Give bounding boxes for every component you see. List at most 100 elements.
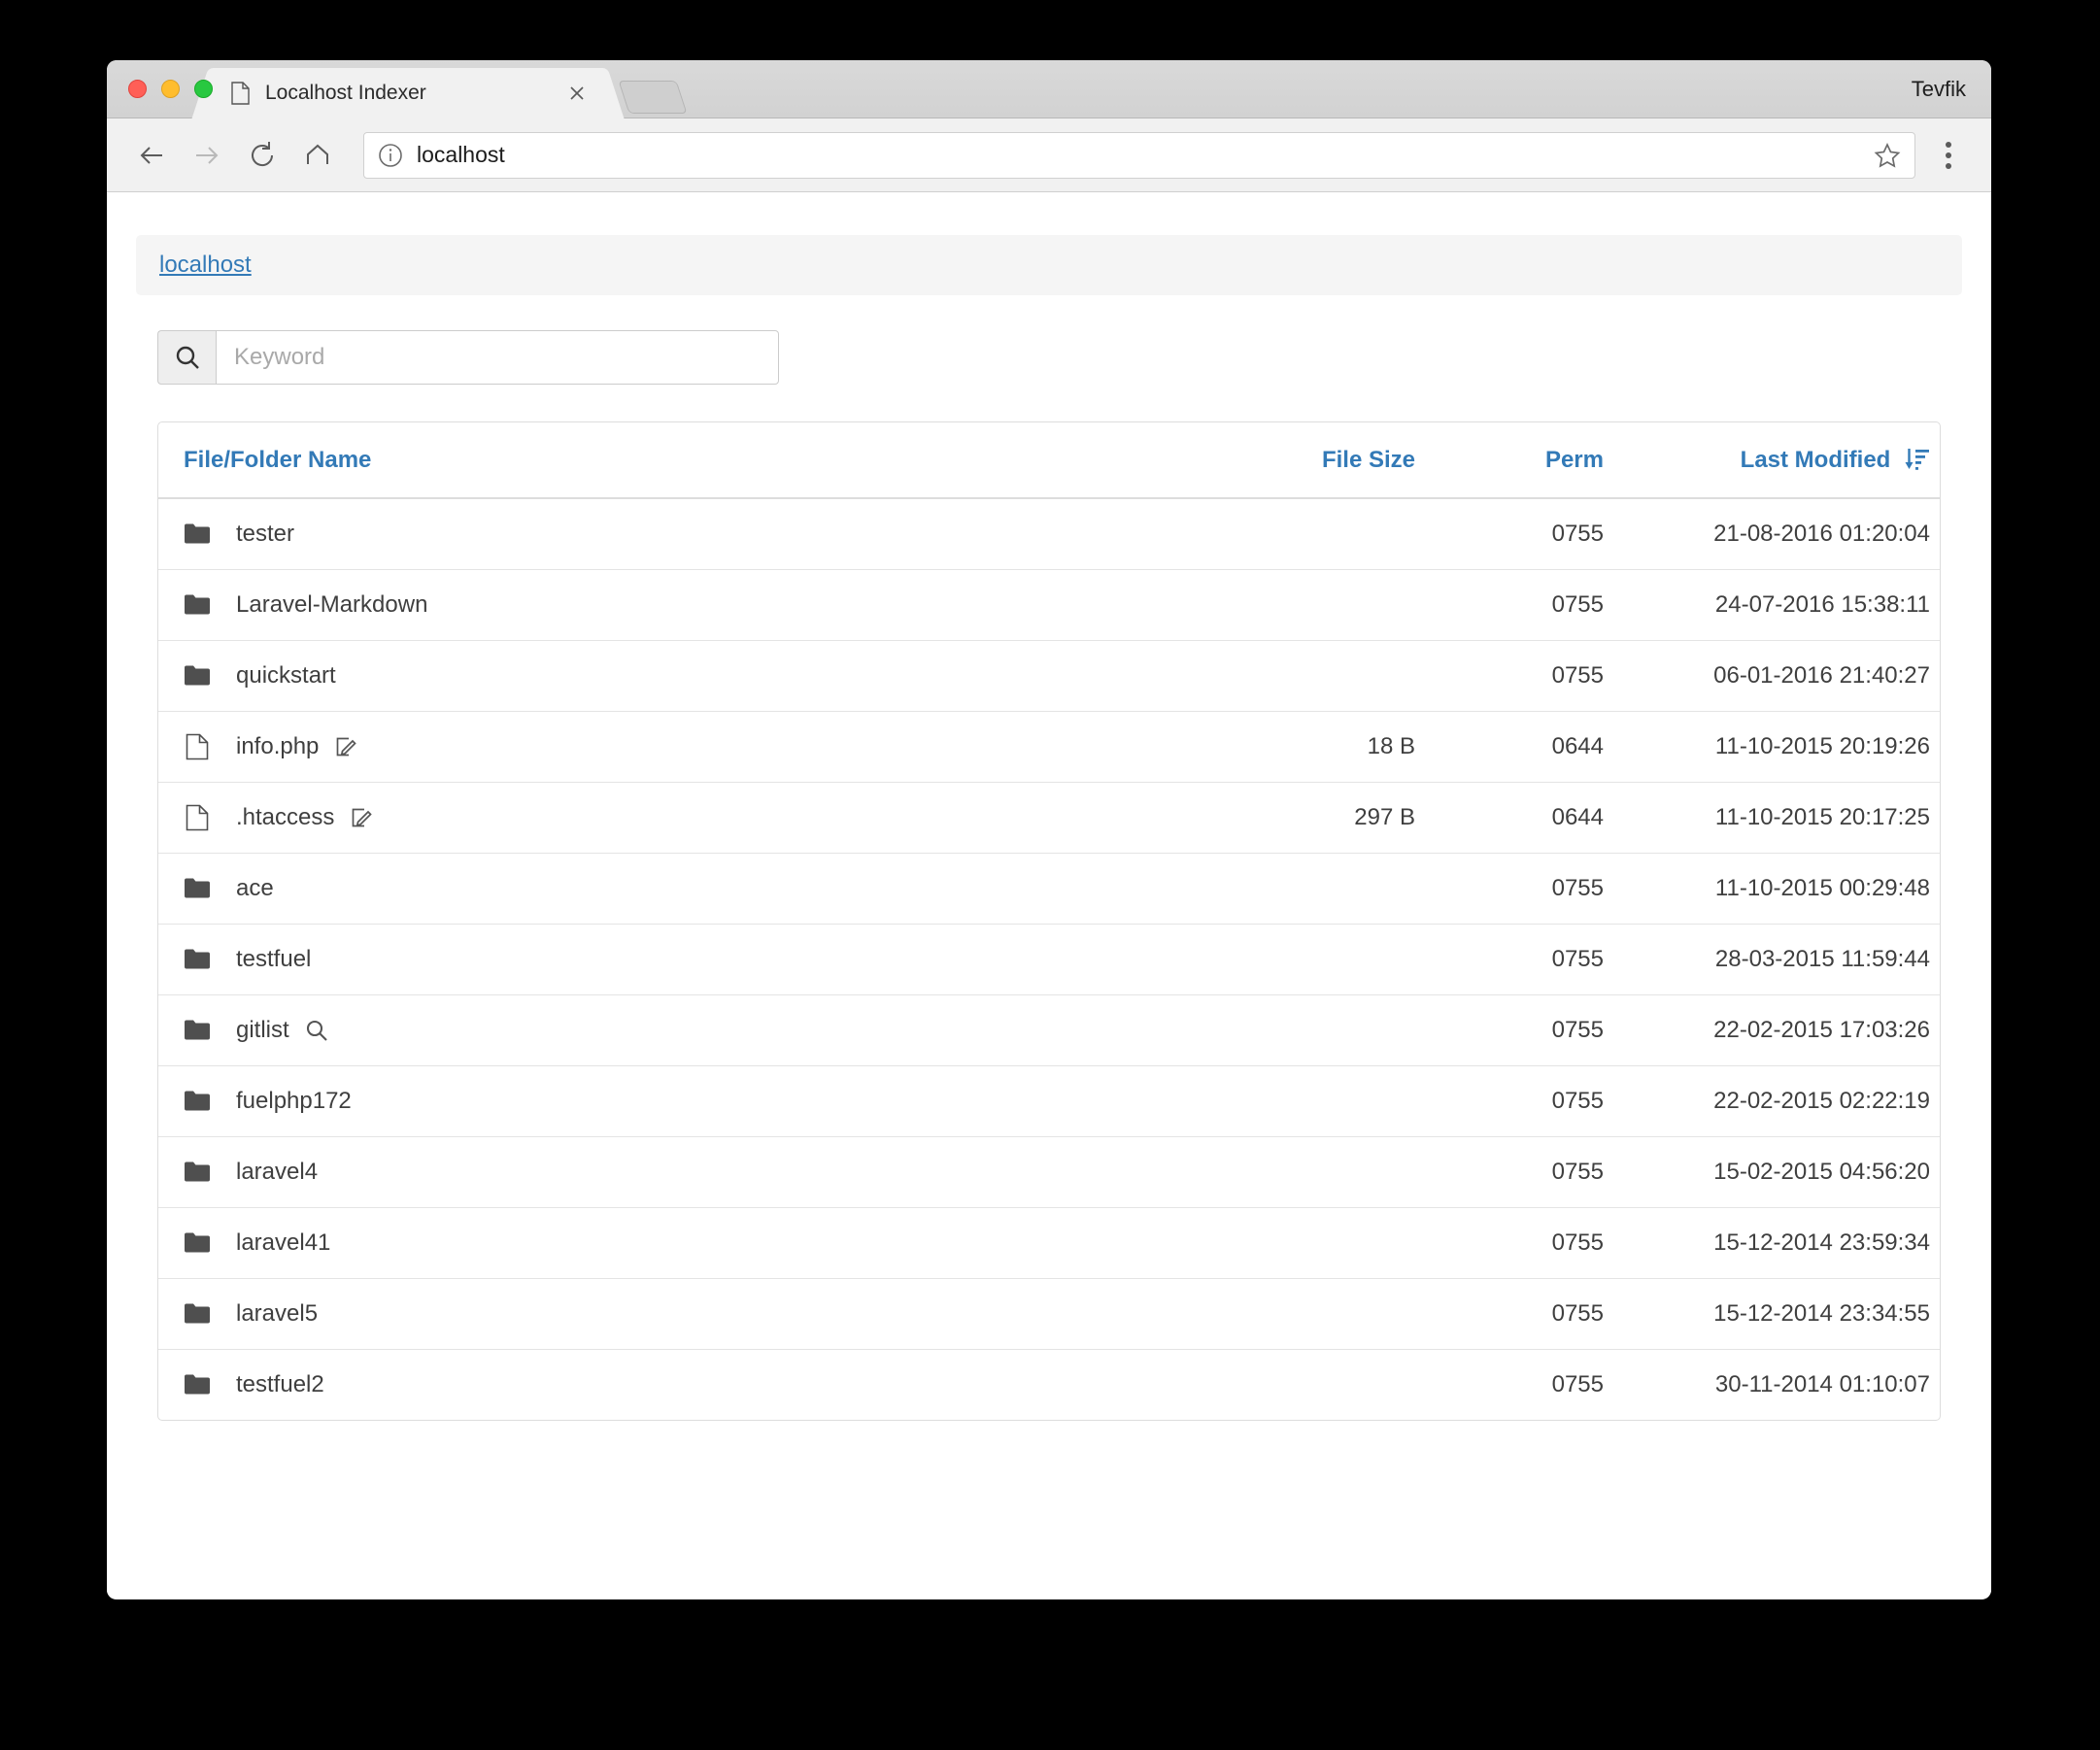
cell-perm: 0755 [1440, 994, 1625, 1066]
table-row[interactable]: quickstart 0755 06-01-2016 21:40:27 [158, 640, 1940, 712]
column-header-name[interactable]: File/Folder Name [158, 422, 1217, 499]
cell-perm: 0755 [1440, 1065, 1625, 1137]
breadcrumb-link-localhost[interactable]: localhost [159, 252, 252, 279]
sort-amount-desc-icon[interactable] [1905, 446, 1930, 471]
row-name-link[interactable]: testfuel2 [236, 1371, 324, 1398]
document-icon [231, 82, 250, 105]
row-name-link[interactable]: ace [236, 875, 274, 902]
table-row[interactable]: info.php 18 B 0644 11-10-2015 20:19:26 [158, 711, 1940, 783]
browser-tab-title: Localhost Indexer [265, 82, 426, 104]
forward-arrow-icon[interactable] [184, 132, 230, 179]
info-circle-icon[interactable] [378, 143, 403, 168]
cell-modified: 15-12-2014 23:59:34 [1625, 1207, 1940, 1279]
minimize-window-button[interactable] [161, 80, 180, 98]
back-arrow-icon[interactable] [128, 132, 175, 179]
cell-name: gitlist [158, 994, 1217, 1066]
column-header-perm[interactable]: Perm [1440, 422, 1625, 499]
table-row[interactable]: laravel5 0755 15-12-2014 23:34:55 [158, 1278, 1940, 1350]
cell-name: testfuel2 [158, 1349, 1217, 1420]
table-row[interactable]: testfuel2 0755 30-11-2014 01:10:07 [158, 1349, 1940, 1420]
star-icon[interactable] [1874, 142, 1901, 169]
cell-modified: 28-03-2015 11:59:44 [1625, 924, 1940, 995]
cell-perm: 0644 [1440, 711, 1625, 783]
column-header-perm-label: Perm [1544, 446, 1604, 473]
home-icon[interactable] [294, 132, 341, 179]
table-row[interactable]: testfuel 0755 28-03-2015 11:59:44 [158, 924, 1940, 995]
row-name-link[interactable]: Laravel-Markdown [236, 591, 427, 619]
cell-size [1217, 1207, 1440, 1279]
browser-tab[interactable]: Localhost Indexer [214, 68, 602, 118]
row-name-link[interactable]: gitlist [236, 1017, 289, 1044]
column-header-modified[interactable]: Last Modified [1625, 422, 1940, 499]
folder-icon [184, 662, 211, 690]
cell-size: 18 B [1217, 711, 1440, 783]
search-input[interactable] [216, 330, 779, 385]
table-row[interactable]: gitlist 0755 22-02-2015 17:03:26 [158, 994, 1940, 1066]
cell-name: testfuel [158, 924, 1217, 995]
three-dots-menu-icon[interactable] [1927, 132, 1970, 179]
table-row[interactable]: tester 0755 21-08-2016 01:20:04 [158, 498, 1940, 570]
folder-icon [184, 521, 211, 548]
column-header-size[interactable]: File Size [1217, 422, 1440, 499]
cell-name: .htaccess [158, 782, 1217, 854]
table-row[interactable]: .htaccess 297 B 0644 11-10-2015 20:17:25 [158, 782, 1940, 854]
column-header-size-label: File Size [1321, 446, 1415, 473]
address-bar-url: localhost [417, 142, 505, 167]
table-row[interactable]: Laravel-Markdown 0755 24-07-2016 15:38:11 [158, 569, 1940, 641]
edit-icon[interactable] [350, 806, 373, 829]
cell-name: info.php [158, 711, 1217, 783]
search-icon[interactable] [305, 1019, 328, 1042]
table-row[interactable]: laravel4 0755 15-02-2015 04:56:20 [158, 1136, 1940, 1208]
column-header-modified-label: Last Modified [1740, 447, 1891, 473]
edit-icon[interactable] [334, 735, 357, 758]
row-name-link[interactable]: tester [236, 521, 294, 548]
row-name-link[interactable]: quickstart [236, 662, 336, 690]
cell-perm: 0755 [1440, 640, 1625, 712]
tab-strip: Localhost Indexer Tevfik [107, 60, 1991, 118]
close-window-button[interactable] [128, 80, 147, 98]
cell-name: tester [158, 498, 1217, 570]
table-row[interactable]: laravel41 0755 15-12-2014 23:59:34 [158, 1207, 1940, 1279]
cell-perm: 0755 [1551, 521, 1604, 547]
cell-size [1217, 1065, 1440, 1137]
search-icon[interactable] [157, 330, 216, 385]
maximize-window-button[interactable] [194, 80, 213, 98]
row-name-link[interactable]: .htaccess [236, 804, 334, 831]
reload-icon[interactable] [239, 132, 286, 179]
row-name-link[interactable]: fuelphp172 [236, 1088, 352, 1115]
cell-modified: 24-07-2016 15:38:11 [1625, 569, 1940, 641]
folder-icon [184, 1159, 211, 1186]
cell-modified: 21-08-2016 01:20:04 [1713, 521, 1930, 547]
row-name-link[interactable]: testfuel [236, 946, 311, 973]
cell-modified: 22-02-2015 02:22:19 [1625, 1065, 1940, 1137]
table-row[interactable]: ace 0755 11-10-2015 00:29:48 [158, 853, 1940, 925]
cell-modified: 11-10-2015 20:17:25 [1625, 782, 1940, 854]
cell-size [1217, 640, 1440, 712]
address-bar[interactable]: localhost [363, 131, 1915, 179]
cell-size [1217, 924, 1440, 995]
table-row[interactable]: fuelphp172 0755 22-02-2015 02:22:19 [158, 1065, 1940, 1137]
cell-size [1217, 1349, 1440, 1420]
cell-modified: 22-02-2015 17:03:26 [1625, 994, 1940, 1066]
row-name-link[interactable]: laravel41 [236, 1229, 330, 1257]
file-table-body: tester 0755 21-08-2016 01:20:04 Laravel-Mar… [158, 498, 1940, 1420]
row-name-link[interactable]: info.php [236, 733, 319, 760]
folder-icon [184, 1371, 211, 1398]
folder-icon [184, 1229, 211, 1257]
new-tab-button[interactable] [618, 81, 688, 114]
profile-name[interactable]: Tevfik [1912, 77, 1966, 102]
file-table: File/Folder Name File Size Perm Last Mod… [158, 422, 1940, 1420]
row-name-link[interactable]: laravel5 [236, 1300, 318, 1328]
file-icon [184, 804, 211, 831]
cell-modified: 06-01-2016 21:40:27 [1625, 640, 1940, 712]
file-list-panel: File/Folder Name File Size Perm Last Mod… [157, 421, 1941, 1421]
cell-modified: 15-12-2014 23:34:55 [1625, 1278, 1940, 1350]
cell-perm: 0755 [1440, 569, 1625, 641]
cell-size [1217, 853, 1440, 925]
cell-modified: 11-10-2015 00:29:48 [1625, 853, 1940, 925]
close-icon[interactable] [565, 82, 589, 105]
window-controls [128, 80, 213, 98]
row-name-link[interactable]: laravel4 [236, 1159, 318, 1186]
cell-size [1217, 994, 1440, 1066]
cell-name: quickstart [158, 640, 1217, 712]
